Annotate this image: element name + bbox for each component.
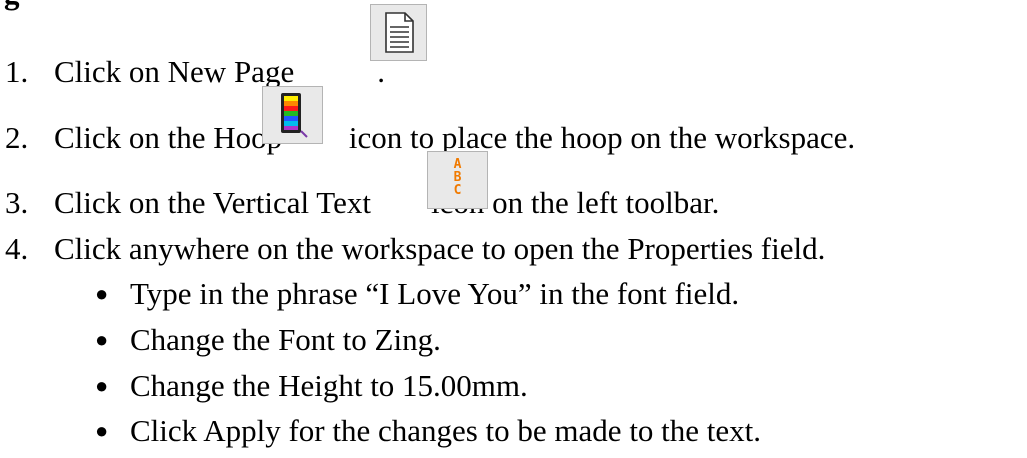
step-text: Click anywhere on the workspace to open … [54, 231, 826, 266]
step-4: 4. Click anywhere on the workspace to ope… [5, 229, 825, 269]
bullet-item: ● Change the Height to 15.00mm. [95, 366, 528, 406]
hoop-icon [262, 86, 323, 144]
heading-fragment: g [4, 0, 20, 14]
instruction-document: g 1.Click on New Page. 2.Click on the Ho… [0, 0, 1027, 458]
bullet-item: ● Click Apply for the changes to be made … [95, 411, 761, 451]
new-page-icon [370, 4, 427, 61]
bullet-marker: ● [95, 418, 109, 443]
step-number: 1. [5, 54, 29, 89]
bullet-text: Change the Font to Zing. [130, 322, 441, 357]
bullet-marker: ● [95, 327, 109, 352]
bullet-marker: ● [95, 281, 109, 306]
svg-text:C: C [454, 183, 462, 198]
vertical-text-icon: A B C [427, 151, 488, 209]
bullet-marker: ● [95, 373, 109, 398]
step-number: 4. [5, 231, 29, 266]
step-number: 2. [5, 120, 29, 155]
step-3: 3. Click on the Vertical Text icon on the … [5, 183, 719, 223]
step-1: 1. Click on New Page. [5, 52, 385, 92]
bullet-text: Change the Height to 15.00mm. [130, 368, 528, 403]
step-text: Click on the Vertical Text [54, 185, 371, 220]
bullet-item: ● Type in the phrase “I Love You” in the … [95, 274, 739, 314]
bullet-item: ● Change the Font to Zing. [95, 320, 441, 360]
bullet-text: Click Apply for the changes to be made t… [130, 413, 762, 448]
step-number: 3. [5, 185, 29, 220]
step-text: Click on New Page [54, 54, 295, 89]
step-text-after: icon to place the hoop on the workspace. [341, 120, 856, 155]
bullet-text: Type in the phrase “I Love You” in the f… [130, 276, 740, 311]
step-text: Click on the Hoop [54, 120, 283, 155]
